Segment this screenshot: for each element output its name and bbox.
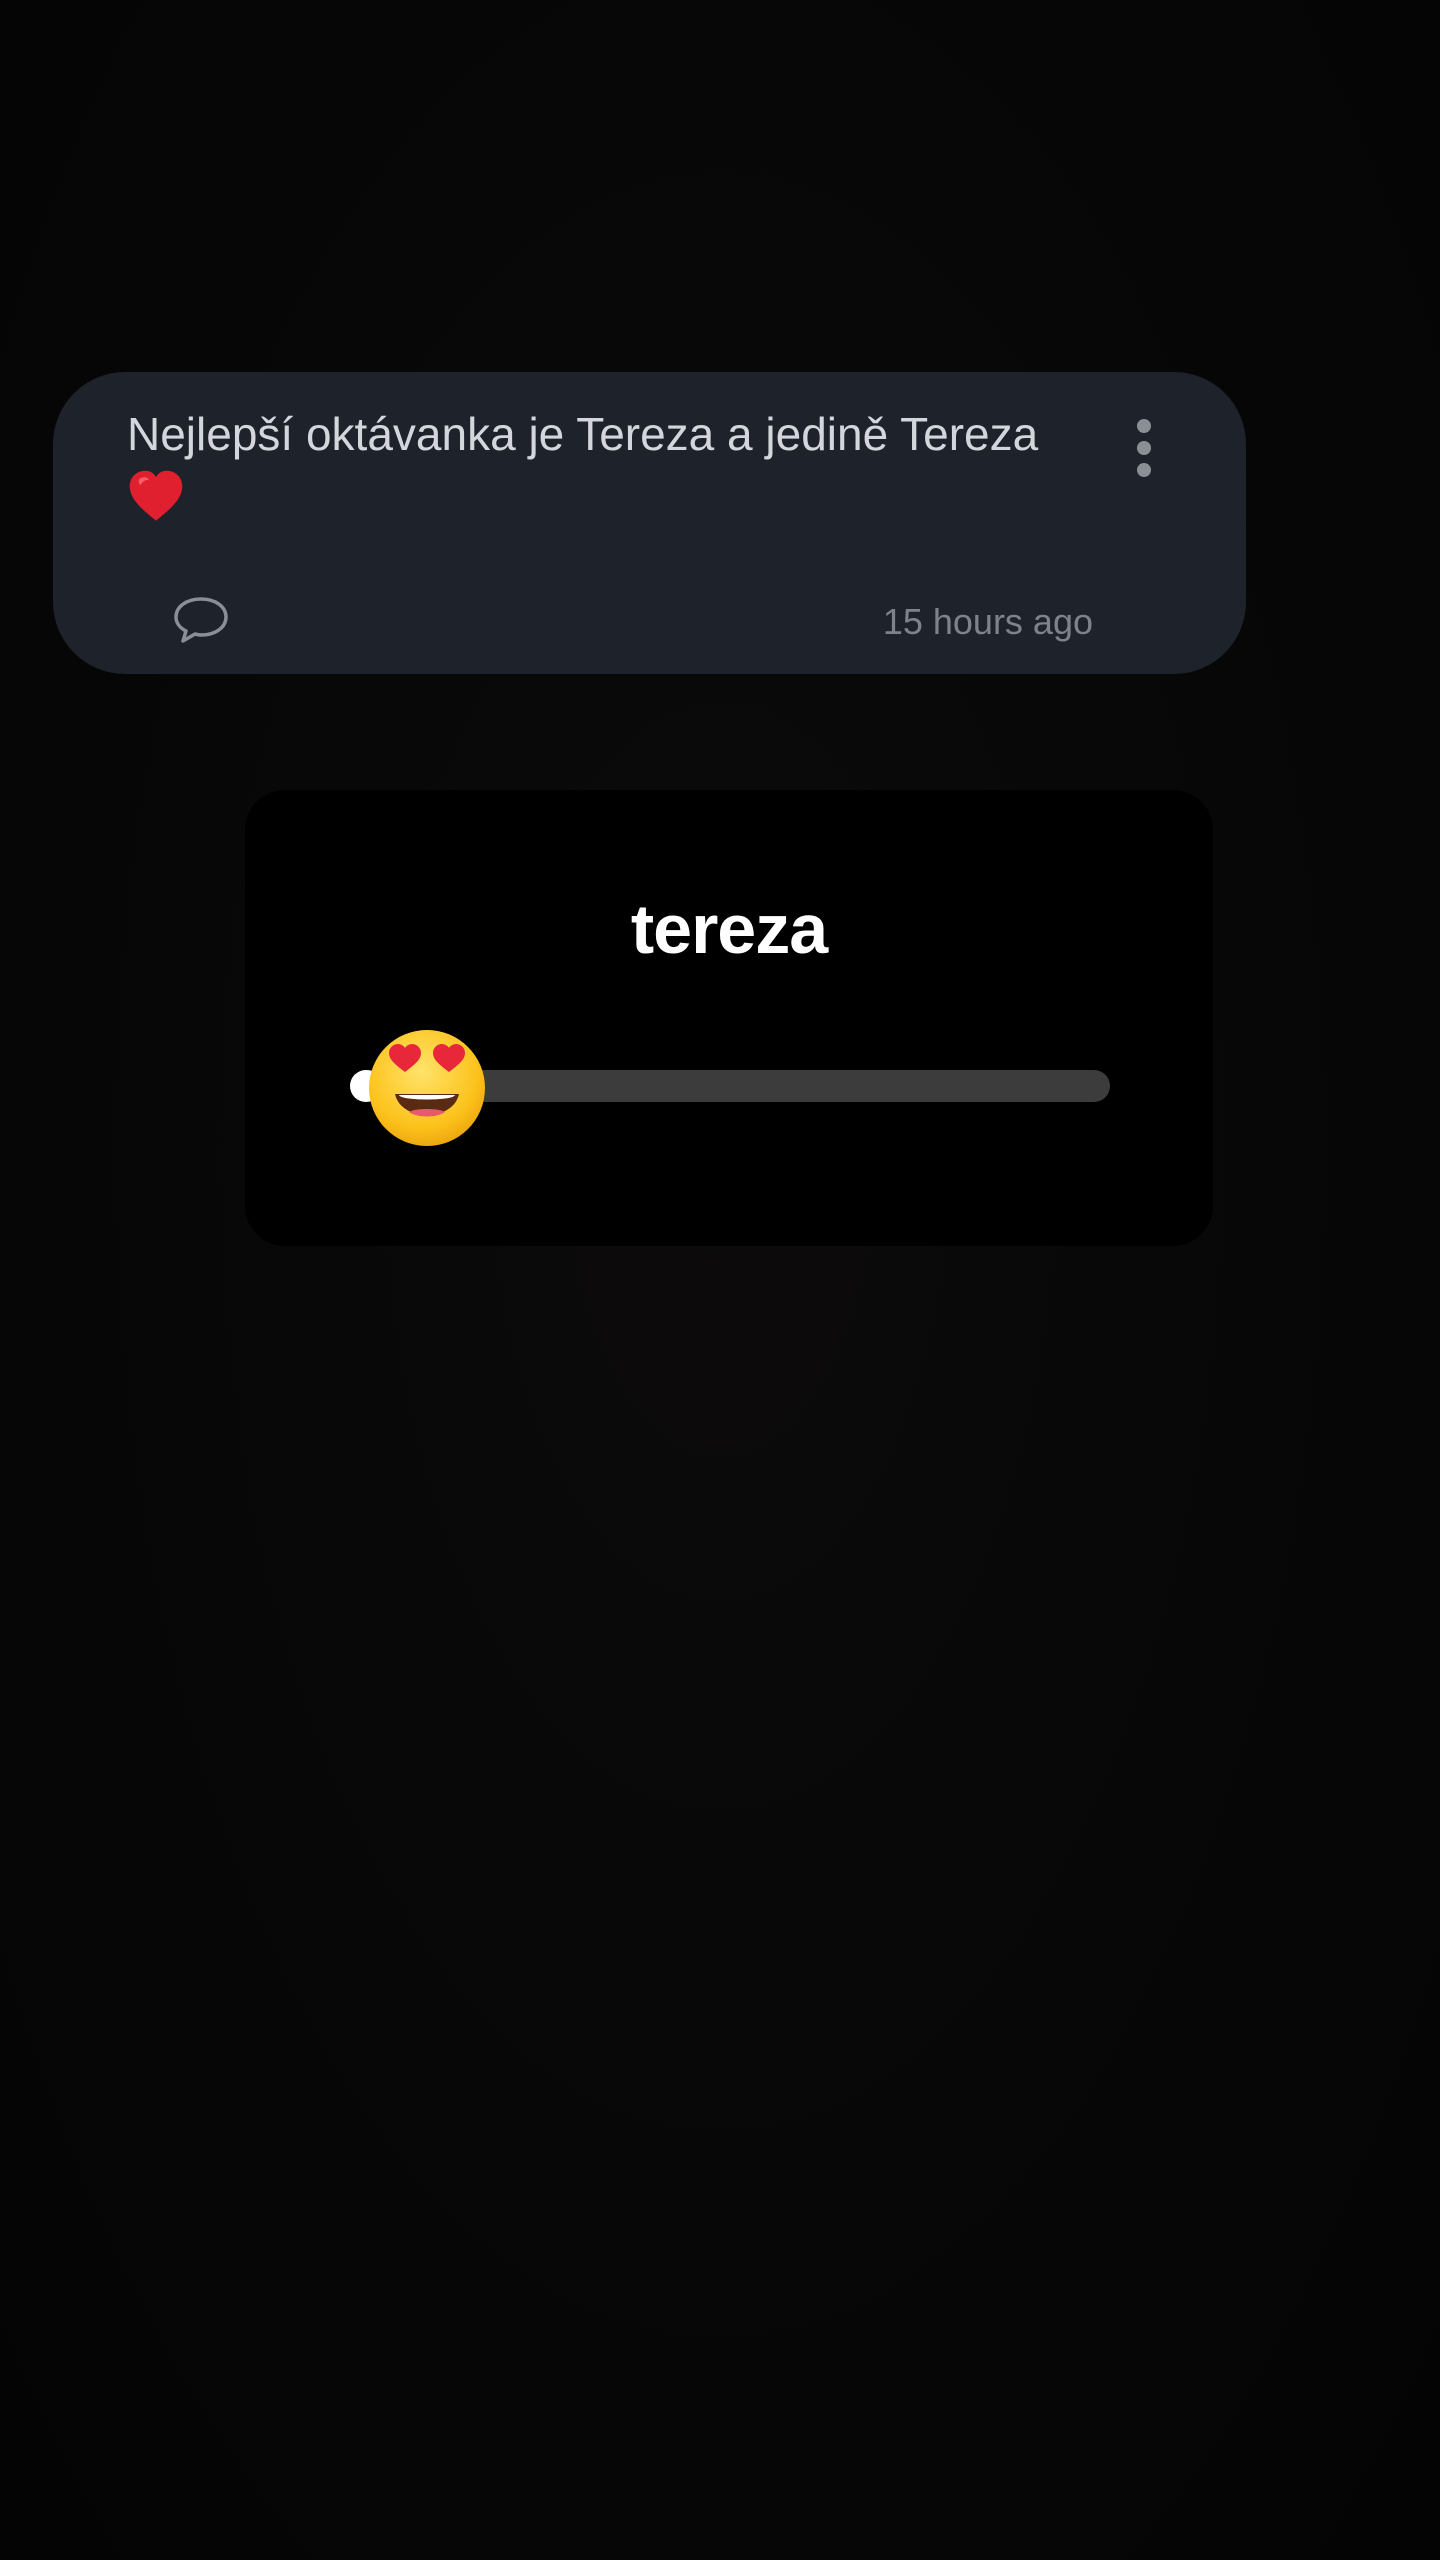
comment-button[interactable] [171, 594, 231, 646]
more-vertical-icon [1137, 419, 1151, 433]
more-vertical-icon-dot [1137, 441, 1151, 455]
comment-bubble-icon [174, 597, 228, 643]
post-card: Nejlepší oktávanka je Tereza a jedině Te… [53, 372, 1246, 674]
slider-question: tereza [630, 890, 828, 968]
emoji-slider-sticker: tereza [245, 790, 1213, 1246]
screen: Nejlepší oktávanka je Tereza a jedině Te… [0, 0, 1440, 2560]
post-timestamp: 15 hours ago [882, 601, 1093, 642]
more-options-button[interactable] [1119, 408, 1169, 488]
post-text: Nejlepší oktávanka je Tereza a jedině Te… [127, 408, 1039, 460]
more-vertical-icon-dot [1137, 463, 1151, 477]
heart-eyes-emoji-thumb[interactable] [365, 1026, 489, 1150]
post-body: Nejlepší oktávanka je Tereza a jedině Te… [127, 402, 1137, 526]
red-heart-emoji [129, 470, 183, 521]
